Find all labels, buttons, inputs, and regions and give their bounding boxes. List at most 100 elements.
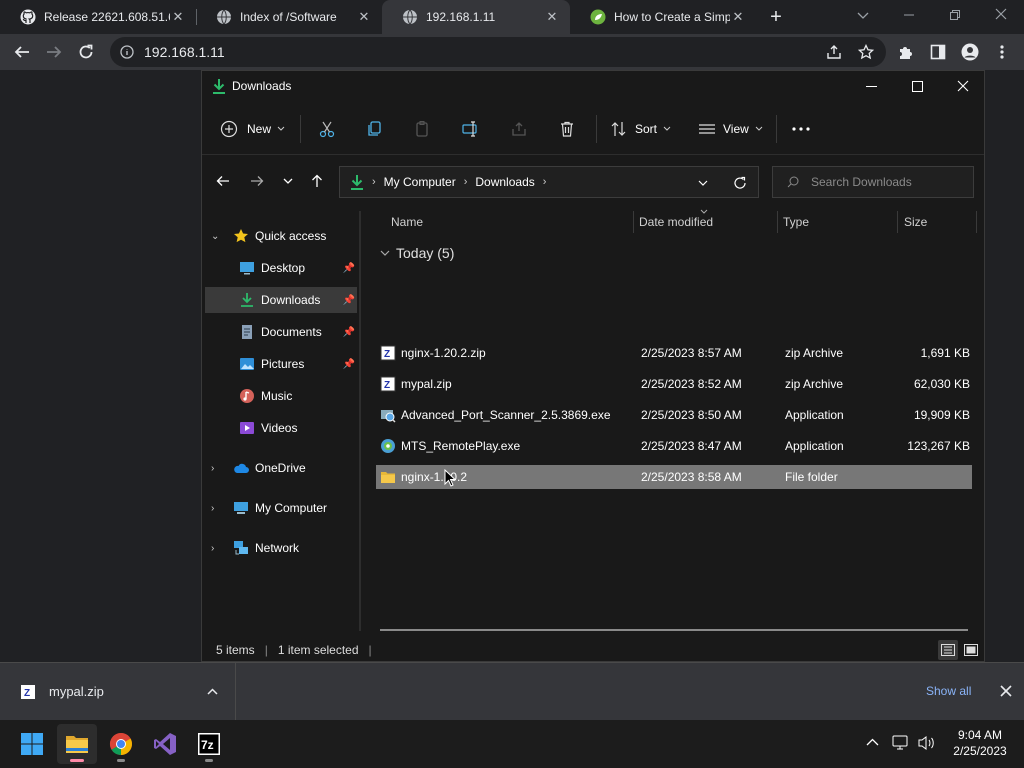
sidebar-item-videos[interactable]: Videos	[205, 415, 357, 441]
refresh-icon[interactable]	[733, 176, 747, 190]
tab-how-to-create[interactable]: How to Create a Simple ✕	[570, 0, 756, 34]
back-button[interactable]	[210, 168, 236, 194]
bookmark-button[interactable]	[852, 38, 880, 66]
close-icon[interactable]	[1000, 685, 1012, 697]
chevron-up-icon[interactable]	[866, 738, 879, 746]
chevron-right-icon[interactable]: ›	[211, 463, 225, 474]
sort-button[interactable]: Sort	[610, 113, 671, 145]
close-icon[interactable]: ✕	[170, 9, 186, 25]
back-button[interactable]	[8, 38, 36, 66]
column-divider[interactable]	[897, 211, 898, 233]
column-divider[interactable]	[633, 211, 634, 233]
sidebar-item-documents[interactable]: Documents 📌	[205, 319, 357, 345]
cut-button[interactable]	[318, 113, 336, 145]
taskbar-chrome[interactable]	[101, 724, 141, 764]
column-header-size[interactable]: Size	[904, 215, 927, 235]
extensions-button[interactable]	[892, 38, 920, 66]
chevron-right-icon[interactable]: ›	[211, 503, 225, 514]
start-button[interactable]	[12, 724, 52, 764]
sidebar-item-downloads[interactable]: Downloads 📌	[205, 287, 357, 313]
chevron-right-icon[interactable]: ›	[211, 543, 225, 554]
minimize-button[interactable]	[848, 71, 894, 101]
selection-count: 1 item selected	[277, 643, 359, 657]
view-button[interactable]: View	[698, 113, 763, 145]
share-button[interactable]	[510, 113, 528, 145]
sidebar-item-music[interactable]: Music	[205, 383, 357, 409]
details-view-button[interactable]	[938, 640, 958, 660]
address-breadcrumb[interactable]: › My Computer › Downloads ›	[339, 166, 759, 198]
sidebar-item-desktop[interactable]: Desktop 📌	[205, 255, 357, 281]
browser-minimize-button[interactable]	[886, 4, 932, 28]
table-row[interactable]: Advanced_Port_Scanner_2.5.3869.exe 2/25/…	[376, 403, 972, 427]
breadcrumb-my-computer[interactable]: My Computer	[384, 175, 456, 189]
share-button[interactable]	[820, 38, 848, 66]
address-bar[interactable]: 192.168.1.11	[110, 37, 886, 67]
table-row[interactable]: Z mypal.zip 2/25/2023 8:52 AM zip Archiv…	[376, 372, 972, 396]
delete-button[interactable]	[558, 113, 576, 145]
sidebar-item-my-computer[interactable]: › My Computer	[205, 495, 357, 521]
see-more-button[interactable]	[792, 113, 810, 145]
sidebar-item-onedrive[interactable]: › OneDrive	[205, 455, 357, 481]
taskbar-visual-studio[interactable]	[145, 724, 185, 764]
taskbar-file-explorer[interactable]	[57, 724, 97, 764]
column-divider[interactable]	[976, 211, 977, 233]
new-tab-button[interactable]: +	[766, 7, 786, 27]
taskbar-7zip[interactable]: 7z	[189, 724, 229, 764]
breadcrumb-downloads[interactable]: Downloads	[475, 175, 534, 189]
maximize-button[interactable]	[894, 71, 940, 101]
sidebar-item-pictures[interactable]: Pictures 📌	[205, 351, 357, 377]
scanner-icon	[381, 410, 396, 423]
column-header-type[interactable]: Type	[783, 215, 809, 235]
profile-button[interactable]	[956, 38, 984, 66]
forward-button[interactable]	[40, 38, 68, 66]
group-header-today[interactable]: Today (5)	[380, 245, 454, 261]
close-icon[interactable]: ✕	[544, 9, 560, 25]
column-divider[interactable]	[777, 211, 778, 233]
search-placeholder: Search Downloads	[811, 175, 912, 189]
tab-search-button[interactable]	[840, 4, 886, 28]
download-item[interactable]: Z mypal.zip	[0, 663, 236, 720]
show-all-link[interactable]: Show all	[926, 684, 971, 698]
spring-leaf-icon	[590, 9, 606, 25]
column-header-date[interactable]: Date modified	[639, 215, 713, 235]
volume-icon[interactable]	[917, 735, 935, 751]
close-icon[interactable]: ✕	[356, 9, 372, 25]
system-clock[interactable]: 9:04 AM 2/25/2023	[944, 727, 1016, 759]
sidebar-item-network[interactable]: › Network	[205, 535, 357, 561]
chrome-icon	[110, 733, 132, 755]
paste-button[interactable]	[414, 113, 432, 145]
browser-restore-button[interactable]	[932, 4, 978, 28]
tab-github-release[interactable]: Release 22621.608.51.6 ✕	[0, 0, 196, 34]
table-row[interactable]: Z nginx-1.20.2.zip 2/25/2023 8:57 AM zip…	[376, 341, 972, 365]
sidebar-item-quick-access[interactable]: ⌄ Quick access	[205, 223, 357, 249]
command-bar: New Sort View	[202, 101, 984, 155]
up-button[interactable]	[304, 168, 330, 194]
browser-close-button[interactable]	[978, 4, 1024, 28]
copy-button[interactable]	[366, 113, 384, 145]
horizontal-scrollbar[interactable]	[380, 629, 968, 631]
forward-button[interactable]	[244, 168, 270, 194]
close-icon[interactable]: ✕	[730, 9, 746, 25]
new-button[interactable]: New	[220, 113, 285, 145]
tiles-view-button[interactable]	[961, 640, 981, 660]
recent-locations-button[interactable]	[275, 168, 301, 194]
search-box[interactable]: Search Downloads	[772, 166, 974, 198]
arrow-left-icon	[14, 46, 29, 58]
menu-button[interactable]	[988, 38, 1016, 66]
tab-index-software[interactable]: Index of /Software ✕	[196, 0, 382, 34]
file-size: 19,909 KB	[913, 408, 970, 422]
pane-splitter[interactable]	[359, 211, 361, 631]
rename-button[interactable]	[462, 113, 480, 145]
table-row[interactable]: MTS_RemotePlay.exe 2/25/2023 8:47 AM App…	[376, 434, 972, 458]
reload-button[interactable]	[72, 38, 100, 66]
chevron-up-icon[interactable]	[207, 688, 218, 695]
tab-192-168-1-11[interactable]: 192.168.1.11 ✕	[382, 0, 570, 34]
download-shelf: Z mypal.zip Show all	[0, 662, 1024, 720]
column-header-name[interactable]: Name	[391, 215, 423, 235]
network-icon[interactable]	[892, 735, 910, 751]
side-panel-button[interactable]	[924, 38, 952, 66]
chevron-down-icon[interactable]	[698, 180, 708, 187]
table-row-selected[interactable]: nginx-1.20.2 2/25/2023 8:58 AM File fold…	[376, 465, 972, 489]
close-button[interactable]	[940, 71, 986, 101]
chevron-down-icon[interactable]: ⌄	[211, 231, 225, 242]
